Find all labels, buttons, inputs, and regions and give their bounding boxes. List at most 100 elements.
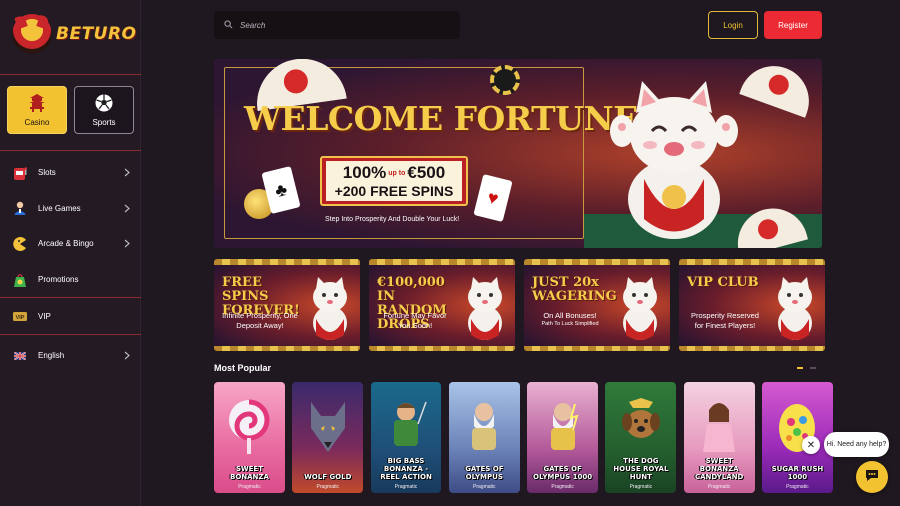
promo-text: Infinite Prosperity, One Deposit Away! — [222, 311, 298, 330]
game-provider: Pragmatic — [316, 484, 339, 490]
game-name: SWEET BONANZA CANDYLAND — [694, 457, 744, 481]
offer-amount: €500 — [407, 162, 446, 182]
chevron-right-icon — [122, 168, 132, 178]
game-tile[interactable]: GATES OF OLYMPUS Pragmatic — [448, 382, 520, 493]
game-name: WOLF GOLD — [304, 473, 352, 481]
category-tabs: Casino Sports — [7, 86, 134, 134]
game-tile[interactable]: SWEET BONANZA Pragmatic — [214, 382, 285, 493]
fisherman-icon — [394, 401, 427, 446]
close-icon: ✕ — [806, 439, 816, 451]
sidebar-item-label: VIP — [38, 311, 51, 321]
game-tile[interactable]: GATES OF OLYMPUS 1000 Pragmatic — [527, 382, 599, 493]
game-tile[interactable]: BIG BASS BONANZA - REEL ACTION Pragmatic — [370, 382, 442, 493]
lucky-cat-icon — [623, 277, 657, 340]
hero-subtitle: Step Into Prosperity And Double Your Luc… — [325, 216, 460, 223]
game-tile[interactable]: THE DOG HOUSE ROYAL HUNT Pragmatic — [605, 382, 677, 493]
sidebar-item-label: Live Games — [38, 203, 81, 213]
game-tile[interactable]: SUGAR RUSH 1000 Pragmatic — [761, 382, 833, 493]
game-provider: Pragmatic — [394, 484, 418, 490]
chevron-right-icon — [122, 239, 132, 249]
brand-name: BETURO — [56, 24, 137, 44]
chat-prompt[interactable]: Hi. Need any help? — [824, 432, 889, 457]
game-provider: Pragmatic — [786, 484, 809, 490]
soccer-ball-icon — [94, 93, 114, 113]
promo-card[interactable]: VIP CLUB Prosperity Reserved for Finest … — [679, 259, 825, 351]
lucky-cat-illustration — [610, 81, 738, 239]
game-name: GATES OF OLYMPUS — [465, 465, 504, 481]
svg-text:VIP: VIP — [16, 315, 25, 321]
divider — [0, 150, 141, 151]
sidebar-nav: Slots Live Games Arcade & Bingo Promotio… — [0, 155, 141, 374]
register-button[interactable]: Register — [764, 11, 822, 39]
promo-card[interactable]: FREE SPINS FOREVER! Infinite Prosperity,… — [214, 259, 360, 351]
promo-text: Fortune May Favor You Soon! — [383, 311, 447, 330]
promo-border — [214, 346, 360, 351]
promo-text: Prosperity Reserved for Finest Players! — [691, 311, 759, 330]
promo-title: VIP CLUB — [687, 275, 759, 290]
lucky-cat-icon — [313, 277, 347, 340]
game-name: GATES OF OLYMPUS 1000 — [533, 465, 593, 481]
dog-icon — [621, 398, 660, 438]
divider — [0, 74, 141, 75]
sidebar-item-label: Promotions — [38, 275, 79, 285]
tab-sports[interactable]: Sports — [74, 86, 134, 134]
offer-percent: 100% — [342, 162, 387, 182]
game-name: SWEET BONANZA — [229, 465, 269, 481]
promo-border — [524, 346, 670, 351]
language-selector[interactable]: English — [0, 338, 141, 374]
game-provider: Pragmatic — [551, 484, 574, 490]
chat-bubble-icon — [864, 467, 880, 488]
slot-machine-icon — [12, 165, 28, 181]
sidebar-item-vip[interactable]: VIP VIP — [0, 298, 141, 334]
divider — [0, 333, 141, 335]
sidebar-item-promotions[interactable]: Promotions — [0, 262, 141, 298]
offer-spins: +200 FREE SPINS — [334, 183, 454, 199]
promo-card[interactable]: JUST 20x WAGERING On All Bonuses! Path To… — [524, 259, 670, 351]
dealer-icon — [12, 200, 28, 216]
promo-border — [524, 259, 670, 265]
search-input[interactable] — [240, 20, 440, 30]
brand-logo[interactable]: BETURO — [12, 14, 137, 54]
sidebar-item-label: Slots — [38, 168, 56, 178]
sidebar: BETURO Casino Sports Slots Live Games Ar… — [0, 0, 141, 506]
tab-sports-label: Sports — [92, 118, 116, 127]
sidebar-item-arcade-bingo[interactable]: Arcade & Bingo — [0, 226, 141, 262]
search-box[interactable] — [214, 11, 460, 39]
carousel-indicator[interactable] — [810, 367, 816, 369]
sidebar-item-label: Arcade & Bingo — [38, 239, 94, 249]
chat-close-button[interactable]: ✕ — [802, 436, 820, 454]
chevron-right-icon — [122, 351, 132, 361]
promo-border — [369, 259, 515, 265]
game-name: THE DOG HOUSE ROYAL HUNT — [613, 457, 669, 481]
game-provider: Pragmatic — [707, 484, 731, 490]
fan-decoration — [739, 59, 819, 118]
game-provider: Pragmatic — [629, 484, 653, 490]
promo-border — [679, 346, 825, 351]
section-title: Most Popular — [214, 363, 272, 373]
casino-chip-icon — [490, 65, 520, 95]
sidebar-item-slots[interactable]: Slots — [0, 155, 141, 191]
lucky-cat-icon — [468, 277, 502, 340]
sidebar-item-live-games[interactable]: Live Games — [0, 191, 141, 227]
promo-title: JUST 20x WAGERING — [532, 275, 617, 304]
gift-bag-icon — [12, 272, 28, 288]
presenter-icon — [703, 403, 736, 452]
pagoda-icon — [27, 93, 47, 113]
tab-casino[interactable]: Casino — [7, 86, 67, 134]
hero-banner[interactable]: WELCOME FORTUNE 100% up to €500 +200 FREE … — [214, 59, 822, 248]
offer-upto: up to — [388, 170, 406, 177]
game-name: SUGAR RUSH 1000 — [771, 465, 824, 481]
promo-border — [214, 259, 360, 265]
game-provider: Pragmatic — [238, 484, 261, 490]
carousel-indicator-active[interactable] — [797, 367, 803, 369]
lollipop-icon — [229, 399, 270, 454]
game-tile[interactable]: WOLF GOLD Pragmatic — [292, 382, 364, 493]
pacman-icon — [12, 236, 28, 252]
lucky-cat-icon — [778, 277, 812, 340]
promo-card[interactable]: €100,000 IN RANDOM DROPS Fortune May Fav… — [369, 259, 515, 351]
game-tile[interactable]: SWEET BONANZA CANDYLAND Pragmatic — [683, 382, 755, 493]
chat-launcher-button[interactable] — [856, 461, 888, 493]
promo-border — [369, 346, 515, 351]
login-button[interactable]: Login — [708, 11, 758, 39]
app-root: BETURO Casino Sports Slots Live Games Ar… — [0, 0, 900, 506]
